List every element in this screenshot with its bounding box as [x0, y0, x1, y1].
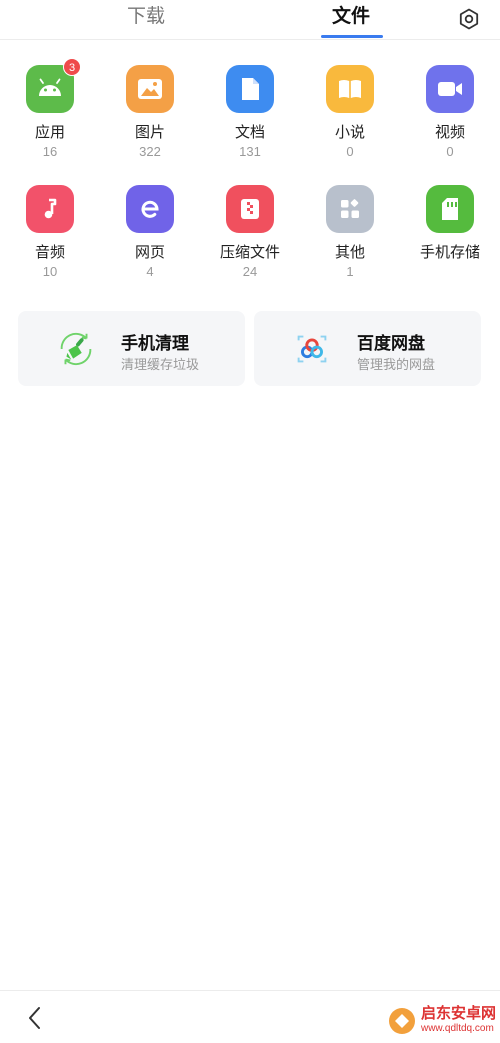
- category-other[interactable]: 其他 1: [300, 185, 400, 281]
- category-count: 0: [446, 144, 454, 159]
- category-count: 322: [139, 144, 161, 159]
- card-title: 百度网盘: [357, 334, 425, 353]
- category-count: 10: [42, 264, 58, 279]
- notification-badge: 3: [63, 58, 81, 76]
- category-doc[interactable]: 文档 131: [200, 65, 300, 161]
- document-icon: [242, 78, 259, 100]
- category-count: [400, 263, 500, 281]
- category-label: 文档: [234, 124, 265, 141]
- watermark: 启东安卓网 www.qdltdq.com: [387, 1006, 496, 1036]
- watermark-logo-icon: [388, 1008, 415, 1034]
- video-tile: [426, 65, 474, 113]
- category-storage[interactable]: 手机存储: [400, 185, 500, 281]
- card-subtitle: 清理缓存垃圾: [121, 357, 200, 372]
- sd-card-icon: [442, 198, 458, 220]
- active-tab-indicator: [321, 35, 383, 38]
- doc-tile: [226, 65, 274, 113]
- novel-tile: [326, 65, 374, 113]
- app-tile: 3: [26, 58, 81, 113]
- category-web[interactable]: 网页 4: [100, 185, 200, 281]
- phone-clean-card[interactable]: 手机清理 清理缓存垃圾: [18, 311, 245, 386]
- category-app[interactable]: 3 应用 16: [0, 58, 100, 161]
- category-label: 视频: [434, 124, 465, 141]
- web-icon: [141, 200, 159, 218]
- zip-icon: [241, 199, 259, 219]
- settings-button[interactable]: [456, 6, 482, 32]
- book-icon: [339, 80, 361, 98]
- zip-tile: [226, 185, 274, 233]
- category-label: 小说: [334, 124, 365, 141]
- image-tile: [126, 65, 174, 113]
- category-count: 4: [146, 264, 154, 279]
- settings-icon: [459, 8, 479, 30]
- video-icon: [438, 82, 462, 96]
- clean-icon-wrap: [54, 327, 98, 371]
- tab-files[interactable]: 文件: [332, 4, 370, 34]
- music-icon: [44, 198, 57, 219]
- bottom-nav-bar: 启东安卓网 www.qdltdq.com: [0, 990, 500, 1043]
- category-label: 压缩文件: [219, 244, 280, 261]
- card-subtitle: 管理我的网盘: [357, 357, 436, 372]
- category-image[interactable]: 图片 322: [100, 65, 200, 161]
- image-icon: [138, 79, 162, 99]
- category-count: 1: [346, 264, 354, 279]
- web-tile: [126, 185, 174, 233]
- category-novel[interactable]: 小说 0: [300, 65, 400, 161]
- category-label: 网页: [134, 244, 165, 261]
- category-zip[interactable]: 压缩文件 24: [200, 185, 300, 281]
- category-count: 0: [346, 144, 354, 159]
- watermark-brand: 启东安卓网 www.qdltdq.com: [421, 1006, 496, 1036]
- storage-tile: [426, 185, 474, 233]
- tab-download[interactable]: 下载: [127, 4, 165, 34]
- android-icon: [39, 78, 61, 96]
- category-video[interactable]: 视频 0: [400, 65, 500, 161]
- baidu-netdisk-icon: [297, 335, 327, 363]
- broom-icon: [60, 332, 92, 366]
- category-count: 24: [242, 264, 258, 279]
- watermark-name: 启东安卓网: [420, 1005, 496, 1022]
- baidu-pan-card[interactable]: 百度网盘 管理我的网盘: [254, 311, 481, 386]
- card-title: 手机清理: [121, 334, 189, 353]
- back-button[interactable]: [24, 1005, 48, 1031]
- category-audio[interactable]: 音频 10: [0, 185, 100, 281]
- category-label: 手机存储: [419, 244, 480, 261]
- pan-icon-wrap: [290, 327, 334, 371]
- category-label: 应用: [34, 124, 65, 141]
- top-tab-bar: 下载 文件: [0, 0, 500, 40]
- other-tile: [326, 185, 374, 233]
- audio-tile: [26, 185, 74, 233]
- category-label: 其他: [334, 244, 365, 261]
- category-count: 16: [42, 144, 58, 159]
- category-count: 131: [239, 144, 261, 159]
- watermark-url: www.qdltdq.com: [420, 1023, 494, 1034]
- category-label: 音频: [34, 244, 65, 261]
- back-icon: [29, 1007, 40, 1029]
- grid-icon: [341, 199, 359, 218]
- category-label: 图片: [134, 124, 165, 141]
